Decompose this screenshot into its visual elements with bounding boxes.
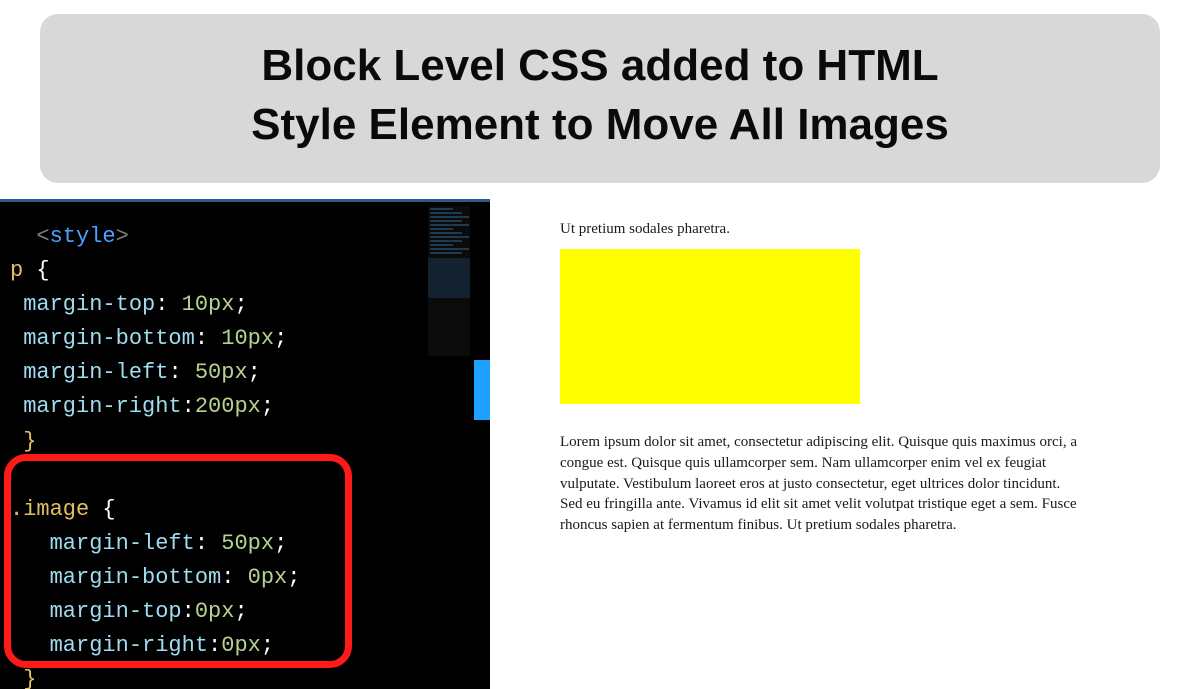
preview-paragraph: Lorem ipsum dolor sit amet, consectetur … <box>560 432 1080 535</box>
title-banner: Block Level CSS added to HTML Style Elem… <box>40 14 1160 183</box>
colon: : <box>182 394 195 419</box>
brace: } <box>23 429 36 454</box>
code-line: margin-bottom: 0px; <box>10 561 490 595</box>
editor-minimap <box>428 206 470 356</box>
semi: ; <box>234 599 247 624</box>
val: 50px <box>195 360 248 385</box>
code-line: margin-right:0px; <box>10 629 490 663</box>
semi: ; <box>287 565 300 590</box>
title-line-2: Style Element to Move All Images <box>70 95 1130 154</box>
code-line: margin-left: 50px; <box>10 356 490 390</box>
selector-image: .image <box>10 497 102 522</box>
colon: : <box>221 565 247 590</box>
preview-image-placeholder <box>560 249 860 404</box>
brace: { <box>36 258 49 283</box>
prop: margin-bottom <box>50 565 222 590</box>
val: 10px <box>221 326 274 351</box>
code-line: margin-left: 50px; <box>10 527 490 561</box>
colon: : <box>155 292 181 317</box>
prop: margin-left <box>50 531 195 556</box>
brace: { <box>102 497 115 522</box>
code-line: margin-top: 10px; <box>10 288 490 322</box>
prop: margin-bottom <box>23 326 195 351</box>
colon: : <box>195 531 221 556</box>
code-line: .image { <box>10 493 490 527</box>
code-line: } <box>10 663 490 689</box>
val: 0px <box>248 565 288 590</box>
prop: margin-top <box>23 292 155 317</box>
val: 0px <box>195 599 235 624</box>
colon: : <box>195 326 221 351</box>
code-editor: <style> p { margin-top: 10px; margin-bot… <box>0 199 490 689</box>
angle-open: < <box>36 224 49 249</box>
prop: margin-right <box>23 394 181 419</box>
val: 10px <box>182 292 235 317</box>
tag-style: style <box>50 224 116 249</box>
semi: ; <box>274 326 287 351</box>
semi: ; <box>261 394 274 419</box>
prop: margin-right <box>50 633 208 658</box>
scrollbar-thumb[interactable] <box>474 360 490 420</box>
semi: ; <box>261 633 274 658</box>
preview-fragment-text: Ut pretium sodales pharetra. <box>560 219 1140 239</box>
code-line: margin-top:0px; <box>10 595 490 629</box>
selector-p: p <box>10 258 36 283</box>
panels: <style> p { margin-top: 10px; margin-bot… <box>0 199 1200 689</box>
val: 0px <box>221 633 261 658</box>
title-line-1: Block Level CSS added to HTML <box>70 36 1130 95</box>
prop: margin-top <box>50 599 182 624</box>
colon: : <box>208 633 221 658</box>
code-line: p { <box>10 254 490 288</box>
angle-close: > <box>116 224 129 249</box>
prop: margin-left <box>23 360 168 385</box>
semi: ; <box>248 360 261 385</box>
code-line: } <box>10 425 490 459</box>
val: 200px <box>195 394 261 419</box>
val: 50px <box>221 531 274 556</box>
colon: : <box>168 360 194 385</box>
code-line: margin-bottom: 10px; <box>10 322 490 356</box>
colon: : <box>182 599 195 624</box>
brace: } <box>23 667 36 689</box>
browser-preview: Ut pretium sodales pharetra. Lorem ipsum… <box>490 199 1200 689</box>
code-blank <box>10 459 490 493</box>
code-line: <style> <box>10 220 490 254</box>
semi: ; <box>234 292 247 317</box>
semi: ; <box>274 531 287 556</box>
code-line: margin-right:200px; <box>10 390 490 424</box>
